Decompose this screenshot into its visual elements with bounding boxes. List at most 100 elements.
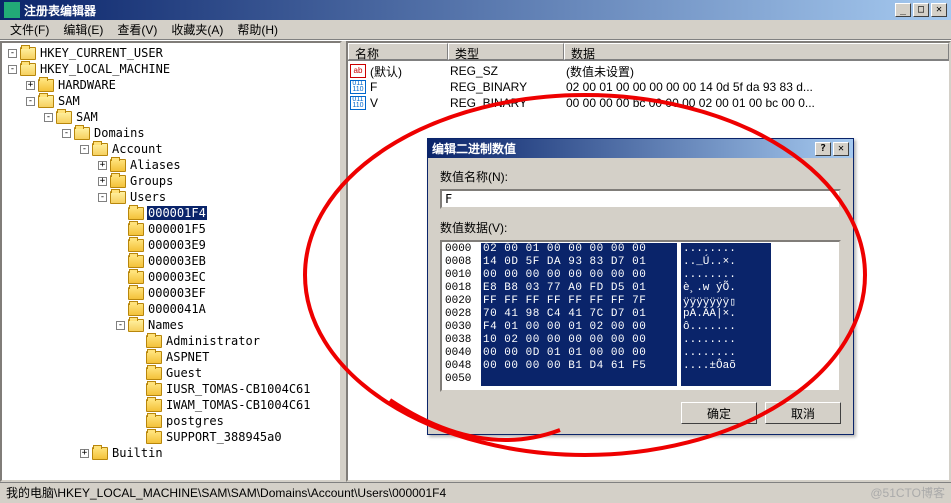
folder-icon: [38, 95, 54, 108]
folder-icon: [146, 367, 162, 380]
tree-item-label: SAM: [57, 94, 81, 108]
expander-icon[interactable]: -: [80, 145, 89, 154]
menu-edit[interactable]: 编辑(E): [57, 19, 109, 40]
tree-item[interactable]: 0000041A: [4, 301, 338, 317]
tree-item[interactable]: +Builtin: [4, 445, 338, 461]
tree-item[interactable]: SUPPORT_388945a0: [4, 429, 338, 445]
list-row[interactable]: 011110FREG_BINARY02 00 01 00 00 00 00 00…: [350, 79, 947, 95]
hex-row[interactable]: 003810 02 00 00 00 00 00 00........: [443, 334, 838, 347]
tree-item[interactable]: ASPNET: [4, 349, 338, 365]
expander-icon[interactable]: -: [116, 321, 125, 330]
list-body[interactable]: ab(默认)REG_SZ(数值未设置)011110FREG_BINARY02 0…: [348, 61, 949, 113]
tree-item[interactable]: - Account: [4, 141, 338, 157]
status-bar: 我的电脑\HKEY_LOCAL_MACHINE\SAM\SAM\Domains\…: [0, 482, 951, 501]
expander-icon[interactable]: -: [8, 65, 17, 74]
tree-pane[interactable]: -HKEY_CURRENT_USER-HKEY_LOCAL_MACHINE + HA…: [0, 41, 342, 482]
col-name[interactable]: 名称: [348, 43, 448, 60]
hex-offset: 0018: [443, 282, 481, 295]
tree-item[interactable]: -HKEY_LOCAL_MACHINE: [4, 61, 338, 77]
tree-item[interactable]: 000003EF: [4, 285, 338, 301]
tree-item[interactable]: 000001F4: [4, 205, 338, 221]
expander-icon[interactable]: -: [44, 113, 53, 122]
tree-item[interactable]: 000003E9: [4, 237, 338, 253]
folder-icon: [56, 111, 72, 124]
dialog-help-button[interactable]: ?: [815, 142, 831, 156]
list-row[interactable]: 011110VREG_BINARY00 00 00 00 bc 00 00 00…: [350, 95, 947, 111]
tree-item[interactable]: - SAM: [4, 93, 338, 109]
cancel-button[interactable]: 取消: [765, 402, 841, 424]
tree-item[interactable]: -Names: [4, 317, 338, 333]
expander-icon[interactable]: +: [80, 449, 89, 458]
tree-item[interactable]: + HARDWARE: [4, 77, 338, 93]
menu-fav[interactable]: 收藏夹(A): [165, 19, 229, 40]
expander-icon[interactable]: +: [26, 81, 35, 90]
hex-ascii: ....±Ôaõ: [681, 360, 771, 373]
hex-row[interactable]: 0030F4 01 00 00 01 02 00 00ô.......: [443, 321, 838, 334]
tree-item[interactable]: Administrator: [4, 333, 338, 349]
hex-row[interactable]: 002870 41 98 C4 41 7C D7 01pA.ÄA|×.: [443, 308, 838, 321]
tree-item[interactable]: + Aliases: [4, 157, 338, 173]
hex-ascii: ........: [681, 243, 771, 256]
folder-icon: [146, 415, 162, 428]
menu-file[interactable]: 文件(F): [4, 19, 55, 40]
hex-row[interactable]: 0020FF FF FF FF FF FF FF 7Fÿÿÿÿÿÿÿ▯: [443, 295, 838, 308]
col-type[interactable]: 类型: [448, 43, 564, 60]
tree-item[interactable]: IUSR_TOMAS-CB1004C61: [4, 381, 338, 397]
hex-editor[interactable]: 000002 00 01 00 00 00 00 00........00081…: [440, 240, 841, 392]
value-name-input[interactable]: [440, 189, 841, 209]
tree-item[interactable]: IWAM_TOMAS-CB1004C61: [4, 397, 338, 413]
tree-item-label: 000003EF: [147, 286, 207, 300]
value-data: (数值未设置): [566, 63, 947, 80]
tree-item[interactable]: -HKEY_CURRENT_USER: [4, 45, 338, 61]
tree-item[interactable]: 000001F5: [4, 221, 338, 237]
folder-icon: [128, 207, 144, 220]
hex-bytes: 00 00 00 00 00 00 00 00: [481, 269, 677, 282]
hex-ascii: è¸.w ýÕ.: [681, 282, 771, 295]
hex-row[interactable]: 0018E8 B8 03 77 A0 FD D5 01è¸.w ýÕ.: [443, 282, 838, 295]
hex-row[interactable]: 000002 00 01 00 00 00 00 00........: [443, 243, 838, 256]
tree-item-label: SUPPORT_388945a0: [165, 430, 283, 444]
value-name: F: [370, 80, 377, 94]
tree-item-label: ASPNET: [165, 350, 210, 364]
ok-button[interactable]: 确定: [681, 402, 757, 424]
dialog-close-button[interactable]: ✕: [833, 142, 849, 156]
tree-item[interactable]: 000003EC: [4, 269, 338, 285]
maximize-button[interactable]: □: [913, 3, 929, 17]
tree-item[interactable]: 000003EB: [4, 253, 338, 269]
tree-item[interactable]: postgres: [4, 413, 338, 429]
expander-icon[interactable]: +: [98, 177, 107, 186]
close-button[interactable]: ✕: [931, 3, 947, 17]
col-data[interactable]: 数据: [564, 43, 949, 60]
expander-icon[interactable]: +: [98, 161, 107, 170]
folder-icon: [110, 159, 126, 172]
hex-row[interactable]: 004800 00 00 00 B1 D4 61 F5....±Ôaõ: [443, 360, 838, 373]
hex-offset: 0048: [443, 360, 481, 373]
hex-bytes: F4 01 00 00 01 02 00 00: [481, 321, 677, 334]
hex-offset: 0040: [443, 347, 481, 360]
tree-item-label: 0000041A: [147, 302, 207, 316]
menu-view[interactable]: 查看(V): [111, 19, 163, 40]
tree-item-label: Aliases: [129, 158, 182, 172]
expander-icon[interactable]: -: [8, 49, 17, 58]
hex-row[interactable]: 000814 0D 5F DA 93 83 D7 01.._Ú..×.: [443, 256, 838, 269]
expander-icon[interactable]: -: [98, 193, 107, 202]
minimize-button[interactable]: _: [895, 3, 911, 17]
expander-icon[interactable]: -: [26, 97, 35, 106]
expander-icon[interactable]: -: [62, 129, 71, 138]
list-row[interactable]: ab(默认)REG_SZ(数值未设置): [350, 63, 947, 79]
hex-row[interactable]: 004000 00 0D 01 01 00 00 00........: [443, 347, 838, 360]
tree-item[interactable]: Guest: [4, 365, 338, 381]
tree-item[interactable]: +Groups: [4, 173, 338, 189]
hex-row[interactable]: 001000 00 00 00 00 00 00 00........: [443, 269, 838, 282]
hex-row[interactable]: 0050: [443, 373, 838, 386]
tree-item[interactable]: -Domains: [4, 125, 338, 141]
tree-item-label: Account: [111, 142, 164, 156]
tree-item[interactable]: -SAM: [4, 109, 338, 125]
menu-help[interactable]: 帮助(H): [231, 19, 284, 40]
folder-icon: [20, 47, 36, 60]
folder-icon: [146, 351, 162, 364]
tree-item-label: HARDWARE: [57, 78, 117, 92]
dialog-titlebar[interactable]: 编辑二进制数值 ? ✕: [428, 139, 853, 158]
tree-item[interactable]: -Users: [4, 189, 338, 205]
watermark: @51CTO博客: [870, 484, 945, 501]
